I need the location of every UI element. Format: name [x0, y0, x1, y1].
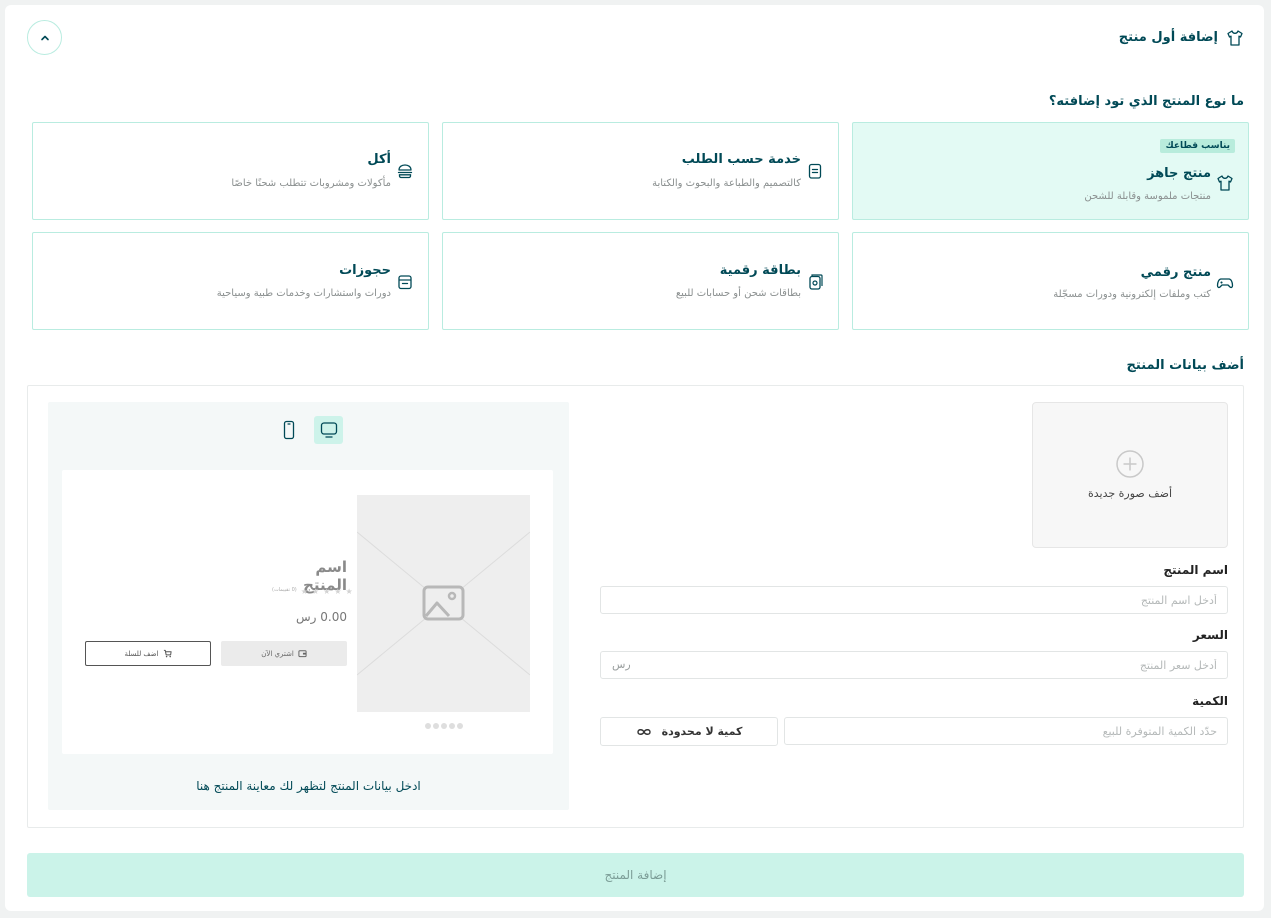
type-card-title: أكل — [367, 152, 391, 167]
page-title: إضافة أول منتج — [1118, 30, 1218, 45]
product-type-heading: ما نوع المنتج الذي تود إضافته؟ — [1048, 94, 1244, 109]
preview-price: 0.00 رس — [296, 610, 347, 624]
product-data-heading: أضف بيانات المنتج — [1126, 358, 1244, 373]
upload-label: أضف صورة جديدة — [1087, 487, 1173, 500]
type-card-title: حجوزات — [339, 263, 391, 278]
image-upload[interactable]: أضف صورة جديدة — [1032, 402, 1228, 548]
quantity-label: الكمية — [1192, 694, 1228, 708]
monitor-icon — [320, 422, 337, 438]
rating-count: (0 تقييمات) — [272, 587, 297, 593]
type-card-desc: دورات واستشارات وخدمات طبية وسياحية — [216, 288, 391, 299]
type-card-digital-product[interactable]: منتج رقمي كتب وملفات إلكترونية ودورات مس… — [852, 232, 1249, 330]
carousel-dots — [425, 723, 463, 729]
chevron-up-icon — [40, 35, 49, 40]
preview-product-card: اسم المنتج ★ ★ ★ ★ ★ (0 تقييمات) 0.00 رس اشت… — [62, 470, 553, 754]
desktop-view-button[interactable] — [314, 416, 343, 444]
main-card: إضافة أول منتج ما نوع المنتج الذي تود إض… — [5, 5, 1264, 911]
unlimited-label: كمية لا محدودة — [661, 725, 743, 738]
sector-badge: يناسب قطاعك — [1160, 139, 1235, 153]
wallet-icon — [298, 650, 307, 658]
image-placeholder-icon — [356, 531, 531, 676]
type-card-title: بطاقة رقمية — [719, 263, 801, 278]
type-card-desc: بطاقات شحن أو حسابات للبيع — [675, 288, 801, 299]
type-card-digital-card[interactable]: بطاقة رقمية بطاقات شحن أو حسابات للبيع — [442, 232, 839, 330]
product-name-input[interactable] — [600, 586, 1228, 614]
quantity-input[interactable] — [784, 717, 1228, 745]
type-card-desc: مأكولات ومشروبات تتطلب شحنًا خاصًا — [231, 178, 391, 189]
collapse-button[interactable] — [27, 20, 62, 55]
type-card-desc: منتجات ملموسة وقابلة للشحن — [1084, 191, 1211, 202]
preview-add-to-cart-button: اضف للسلة — [85, 641, 211, 666]
burger-icon — [397, 164, 413, 179]
preview-buy-now-button: اشتري الآن — [221, 641, 347, 666]
calendar-icon — [398, 275, 412, 290]
type-card-desc: كتب وملفات إلكترونية ودورات مسجّلة — [1053, 289, 1211, 300]
price-input[interactable] — [600, 651, 1228, 679]
unlimited-quantity-button[interactable]: كمية لا محدودة — [600, 717, 778, 746]
type-card-food[interactable]: أكل مأكولات ومشروبات تتطلب شحنًا خاصًا — [32, 122, 429, 220]
product-preview: اسم المنتج ★ ★ ★ ★ ★ (0 تقييمات) 0.00 رس اشت… — [48, 402, 569, 810]
product-form-panel: أضف صورة جديدة اسم المنتج السعر رس الكمي… — [27, 385, 1244, 828]
infinity-icon — [636, 728, 651, 735]
cart-icon — [163, 649, 172, 658]
add-product-button[interactable]: إضافة المنتج — [27, 853, 1244, 897]
preview-rating: ★ ★ ★ ★ ★ (0 تقييمات) — [272, 587, 353, 596]
tshirt-icon — [1217, 175, 1233, 191]
type-card-custom-service[interactable]: خدمة حسب الطلب كالتصميم والطباعة والبحوث… — [442, 122, 839, 220]
type-card-title: منتج جاهز — [1147, 166, 1211, 181]
type-card-desc: كالتصميم والطباعة والبحوث والكتابة — [652, 178, 801, 189]
tshirt-icon — [1227, 30, 1243, 46]
type-card-ready-product[interactable]: يناسب قطاعك منتج جاهز منتجات ملموسة وقاب… — [852, 122, 1249, 220]
type-card-title: خدمة حسب الطلب — [681, 152, 801, 167]
price-label: السعر — [1192, 628, 1228, 642]
preview-image-placeholder — [356, 495, 531, 712]
phone-icon — [283, 420, 294, 440]
gamepad-icon — [1216, 278, 1234, 289]
clipboard-icon — [808, 163, 822, 179]
gift-card-icon — [809, 274, 823, 290]
plus-circle-icon — [1116, 450, 1144, 478]
type-card-bookings[interactable]: حجوزات دورات واستشارات وخدمات طبية وسياح… — [32, 232, 429, 330]
currency-suffix: رس — [612, 658, 631, 671]
mobile-view-button[interactable] — [274, 416, 303, 444]
type-card-title: منتج رقمي — [1140, 265, 1211, 280]
name-label: اسم المنتج — [1163, 563, 1228, 577]
preview-hint: ادخل بيانات المنتج لتظهر لك معاينة المنت… — [196, 779, 421, 793]
